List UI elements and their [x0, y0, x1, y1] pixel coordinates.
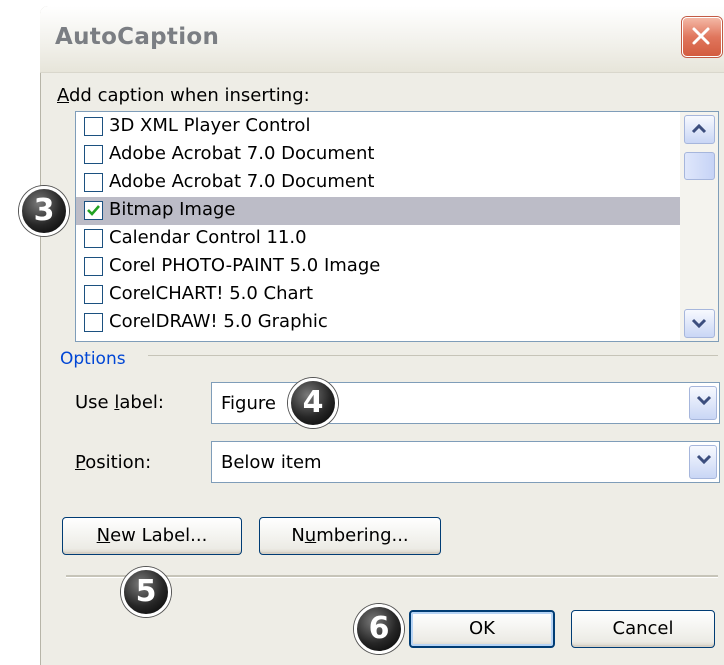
options-divider [148, 355, 718, 356]
checkbox[interactable] [84, 229, 103, 248]
list-item-label: Calendar Control 11.0 [109, 227, 307, 248]
list-item[interactable]: 3D XML Player Control [76, 113, 680, 141]
chevron-down-icon [691, 318, 707, 328]
list-scrollbar[interactable] [680, 112, 718, 341]
ok-button[interactable]: OK [409, 610, 555, 648]
list-item[interactable]: Corel PHOTO-PAINT 5.0 Image [76, 253, 680, 281]
label-part: dd caption when inserting: [69, 85, 310, 106]
add-caption-label: Add caption when inserting: [57, 85, 310, 106]
callout-badge-5: 5 [121, 567, 171, 617]
label-part: ew Label... [110, 525, 208, 546]
label-accesskey: N [96, 525, 111, 546]
new-label-button[interactable]: New Label... [62, 517, 242, 555]
scroll-up-button[interactable] [684, 115, 715, 144]
checkbox[interactable] [84, 313, 103, 332]
position-dropdown-button[interactable] [689, 445, 717, 479]
chevron-up-icon [691, 124, 707, 134]
cancel-button[interactable]: Cancel [571, 610, 715, 648]
label-accesskey: A [57, 85, 69, 106]
checkbox[interactable] [84, 257, 103, 276]
list-item-label: CorelCHART! 5.0 Chart [109, 283, 314, 304]
checkbox[interactable] [84, 173, 103, 192]
label-part: Use [75, 392, 115, 413]
label-accesskey: P [75, 452, 86, 473]
close-button[interactable] [682, 17, 722, 57]
label-accesskey: u [304, 525, 317, 546]
list-item[interactable]: CorelCHART! 5.0 Chart [76, 281, 680, 309]
chevron-down-icon [696, 454, 712, 464]
close-icon [692, 27, 710, 45]
callout-badge-4: 4 [288, 378, 338, 428]
label-part: osition: [85, 452, 152, 473]
use-label-value: Figure [221, 393, 276, 414]
list-item-label: Adobe Acrobat 7.0 Document [109, 171, 375, 192]
callout-badge-6: 6 [354, 604, 404, 654]
label-part: N [291, 525, 305, 546]
scroll-down-button[interactable] [684, 309, 715, 338]
position-select[interactable]: Below item [211, 441, 720, 483]
checkbox[interactable] [84, 285, 103, 304]
list-item-label: Corel PHOTO-PAINT 5.0 Image [109, 255, 381, 276]
list-item-label: 3D XML Player Control [109, 115, 311, 136]
checkmark-icon [87, 205, 100, 216]
list-item-label: Adobe Acrobat 7.0 Document [109, 143, 375, 164]
position-label: Position: [75, 452, 151, 473]
options-group-label: Options [60, 349, 126, 369]
list-item[interactable]: Calendar Control 11.0 [76, 225, 680, 253]
label-part: mbering... [316, 525, 409, 546]
use-label-label: Use label: [75, 392, 164, 413]
scroll-thumb[interactable] [684, 152, 715, 180]
label-part: abel: [119, 392, 164, 413]
list-item[interactable]: Bitmap Image [76, 197, 680, 225]
list-item[interactable]: Adobe Acrobat 7.0 Document [76, 169, 680, 197]
checkbox[interactable] [84, 145, 103, 164]
use-label-dropdown-button[interactable] [689, 386, 717, 420]
list-item-label: CorelDRAW! 5.0 Graphic [109, 311, 328, 332]
list-item[interactable]: Adobe Acrobat 7.0 Document [76, 141, 680, 169]
list-item-label: Bitmap Image [109, 199, 236, 220]
list-item[interactable]: CorelDRAW! 5.0 Graphic [76, 309, 680, 337]
position-value: Below item [221, 452, 322, 473]
numbering-button[interactable]: Numbering... [259, 517, 441, 555]
caption-object-list[interactable]: 3D XML Player Control Adobe Acrobat 7.0 D… [75, 111, 719, 342]
callout-badge-3: 3 [19, 186, 69, 236]
dialog-title: AutoCaption [55, 24, 220, 50]
checkbox[interactable] [84, 117, 103, 136]
chevron-down-icon [696, 395, 712, 405]
checkbox[interactable] [84, 201, 103, 220]
